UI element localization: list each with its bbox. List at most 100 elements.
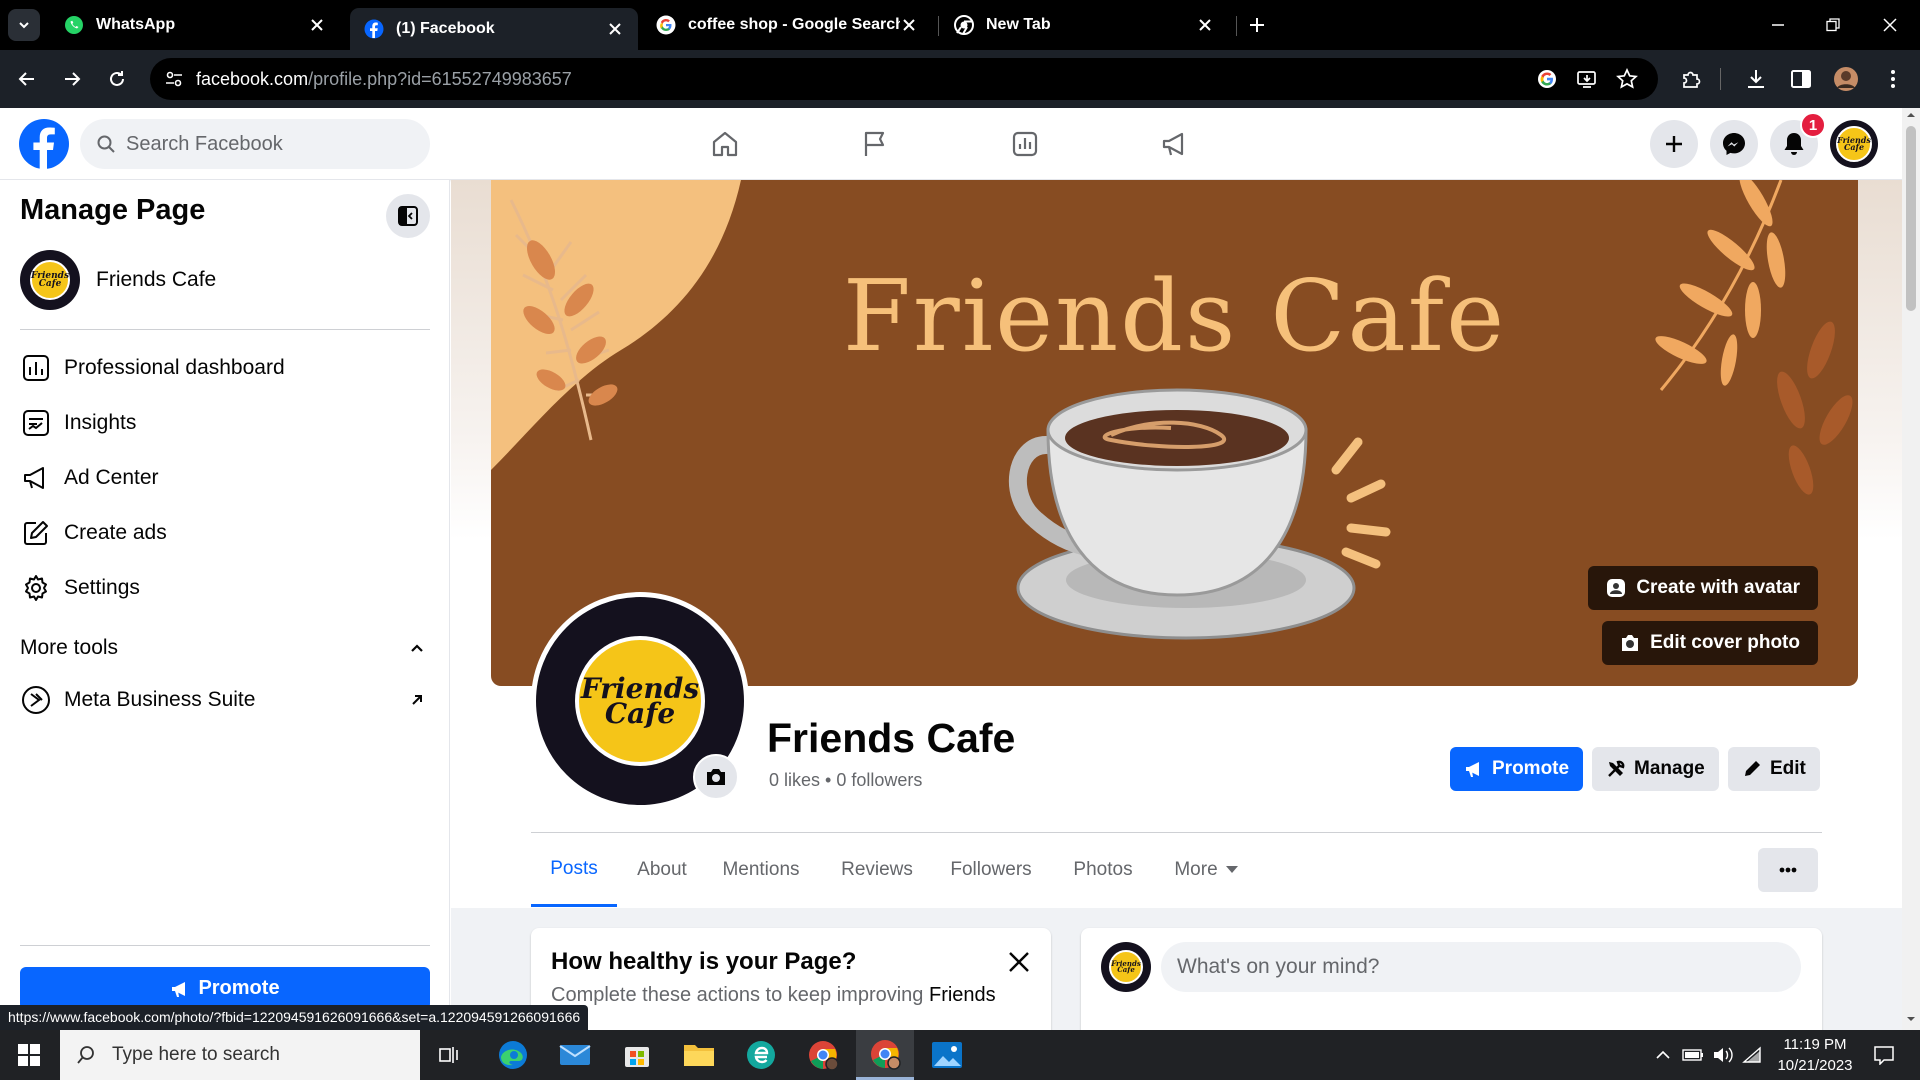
task-view-button[interactable] <box>420 1030 478 1080</box>
close-icon[interactable] <box>900 16 918 34</box>
sidebar-item-label: Insights <box>64 411 137 434</box>
meta-business-suite-icon <box>20 684 52 716</box>
minimize-button[interactable] <box>1760 10 1796 40</box>
tab-about[interactable]: About <box>623 833 701 907</box>
flag-icon <box>864 131 885 156</box>
show-hidden-icons-button[interactable] <box>1652 1042 1674 1068</box>
tab-mentions[interactable]: Mentions <box>713 833 809 907</box>
taskbar-photos[interactable] <box>918 1030 976 1080</box>
nav-insights[interactable] <box>1000 120 1050 168</box>
update-profile-picture-button[interactable] <box>693 754 739 800</box>
nav-pages[interactable] <box>850 120 900 168</box>
scroll-down-icon[interactable] <box>1902 1012 1920 1026</box>
chrome-icon <box>871 1039 901 1070</box>
scrollbar-thumb[interactable] <box>1906 126 1916 311</box>
manage-button[interactable]: Manage <box>1592 747 1719 791</box>
bookmark-star-icon[interactable] <box>1612 64 1642 94</box>
close-icon[interactable] <box>308 16 326 34</box>
search-input[interactable] <box>126 132 386 156</box>
composer-input[interactable] <box>1161 942 1801 992</box>
tab-photos[interactable]: Photos <box>1063 833 1143 907</box>
bar-chart-icon <box>1012 131 1038 157</box>
restore-button[interactable] <box>1815 10 1851 40</box>
panel-toggle-icon <box>398 206 418 226</box>
minimize-icon <box>1772 24 1784 26</box>
notification-center-icon <box>1874 1046 1894 1065</box>
tab-more[interactable]: More <box>1161 833 1251 907</box>
browser-tab-whatsapp[interactable]: WhatsApp <box>50 8 340 42</box>
sidebar-item-settings[interactable]: Settings <box>20 564 430 612</box>
taskbar-store[interactable] <box>608 1030 666 1080</box>
back-button[interactable] <box>12 64 42 94</box>
caret-down-icon <box>1225 866 1238 873</box>
sidebar-item-meta-business-suite[interactable]: Meta Business Suite <box>20 676 430 724</box>
account-avatar[interactable]: Friends Cafe <box>1830 120 1878 168</box>
volume-icon[interactable] <box>1710 1042 1736 1068</box>
edit-cover-photo-button[interactable]: Edit cover photo <box>1602 621 1818 665</box>
new-tab-button[interactable] <box>1242 10 1272 40</box>
more-options-button[interactable] <box>1758 848 1818 892</box>
close-icon[interactable] <box>606 20 624 38</box>
taskbar-mail[interactable] <box>546 1030 604 1080</box>
browser-menu-icon[interactable] <box>1878 64 1908 94</box>
extensions-icon[interactable] <box>1676 64 1706 94</box>
tab-search-button[interactable] <box>8 9 40 41</box>
megaphone-icon <box>172 981 186 997</box>
tab-separator <box>938 16 939 36</box>
site-info-icon[interactable] <box>162 68 186 90</box>
taskbar-chrome-profile-1[interactable] <box>794 1030 852 1080</box>
sidebar-page-switcher[interactable]: Friends Cafe Friends Cafe <box>20 250 216 310</box>
create-button[interactable] <box>1650 120 1698 168</box>
tab-posts[interactable]: Posts <box>531 833 617 907</box>
battery-icon[interactable] <box>1680 1042 1706 1068</box>
taskbar-file-explorer[interactable] <box>670 1030 728 1080</box>
taskbar-app-e[interactable] <box>732 1030 790 1080</box>
close-icon[interactable] <box>1196 16 1214 34</box>
downloads-icon[interactable] <box>1741 64 1771 94</box>
nav-home[interactable] <box>700 120 750 168</box>
reload-button[interactable] <box>102 64 132 94</box>
browser-tab-google[interactable]: coffee shop - Google Search <box>642 8 932 42</box>
start-button[interactable] <box>0 1030 58 1080</box>
taskbar-search[interactable]: Type here to search <box>60 1030 420 1080</box>
taskbar-chrome-profile-2[interactable] <box>856 1030 914 1080</box>
insights-icon <box>20 407 52 439</box>
tab-reviews[interactable]: Reviews <box>833 833 921 907</box>
taskbar-clock[interactable]: 11:19 PM 10/21/2023 <box>1760 1034 1870 1076</box>
facebook-logo[interactable] <box>18 118 70 170</box>
edge-icon <box>499 1041 527 1069</box>
photos-icon <box>932 1042 962 1068</box>
side-panel-icon[interactable] <box>1786 64 1816 94</box>
more-tools-toggle[interactable]: More tools <box>20 636 430 660</box>
address-bar[interactable]: facebook.com/profile.php?id=615527499836… <box>150 58 1658 100</box>
pencil-icon <box>1745 761 1760 776</box>
home-icon <box>712 131 738 157</box>
close-window-button[interactable] <box>1872 10 1908 40</box>
taskbar-edge[interactable] <box>484 1030 542 1080</box>
notification-center-button[interactable] <box>1866 1038 1902 1072</box>
forward-button[interactable] <box>57 64 87 94</box>
whats-on-your-mind-input[interactable] <box>1177 955 1777 979</box>
browser-profile-avatar[interactable] <box>1831 64 1861 94</box>
facebook-search[interactable] <box>80 119 430 169</box>
sidebar-item-ad-center[interactable]: Ad Center <box>20 454 430 502</box>
google-lens-icon[interactable] <box>1532 64 1562 94</box>
health-card-close-button[interactable] <box>1001 944 1037 980</box>
create-with-avatar-button[interactable]: Create with avatar <box>1588 566 1818 610</box>
sidebar-item-professional-dashboard[interactable]: Professional dashboard <box>20 344 430 392</box>
edit-button[interactable]: Edit <box>1728 747 1820 791</box>
browser-tab-newtab[interactable]: New Tab <box>940 8 1228 42</box>
nav-ad-center[interactable] <box>1150 120 1200 168</box>
browser-tab-facebook[interactable]: (1) Facebook <box>350 8 638 50</box>
messenger-button[interactable] <box>1710 120 1758 168</box>
manage-label: Manage <box>1634 758 1705 779</box>
sidebar-collapse-button[interactable] <box>386 194 430 238</box>
e-app-icon <box>747 1041 775 1069</box>
promote-button[interactable]: Promote <box>1450 747 1584 791</box>
install-app-icon[interactable] <box>1572 64 1602 94</box>
tab-followers[interactable]: Followers <box>941 833 1041 907</box>
facebook-header: FriendsCafe <box>0 108 1902 180</box>
sidebar-item-insights[interactable]: Insights <box>20 399 430 447</box>
sidebar-item-create-ads[interactable]: Create ads <box>20 509 430 557</box>
sidebar-promote-button[interactable]: Promote <box>20 967 430 1010</box>
